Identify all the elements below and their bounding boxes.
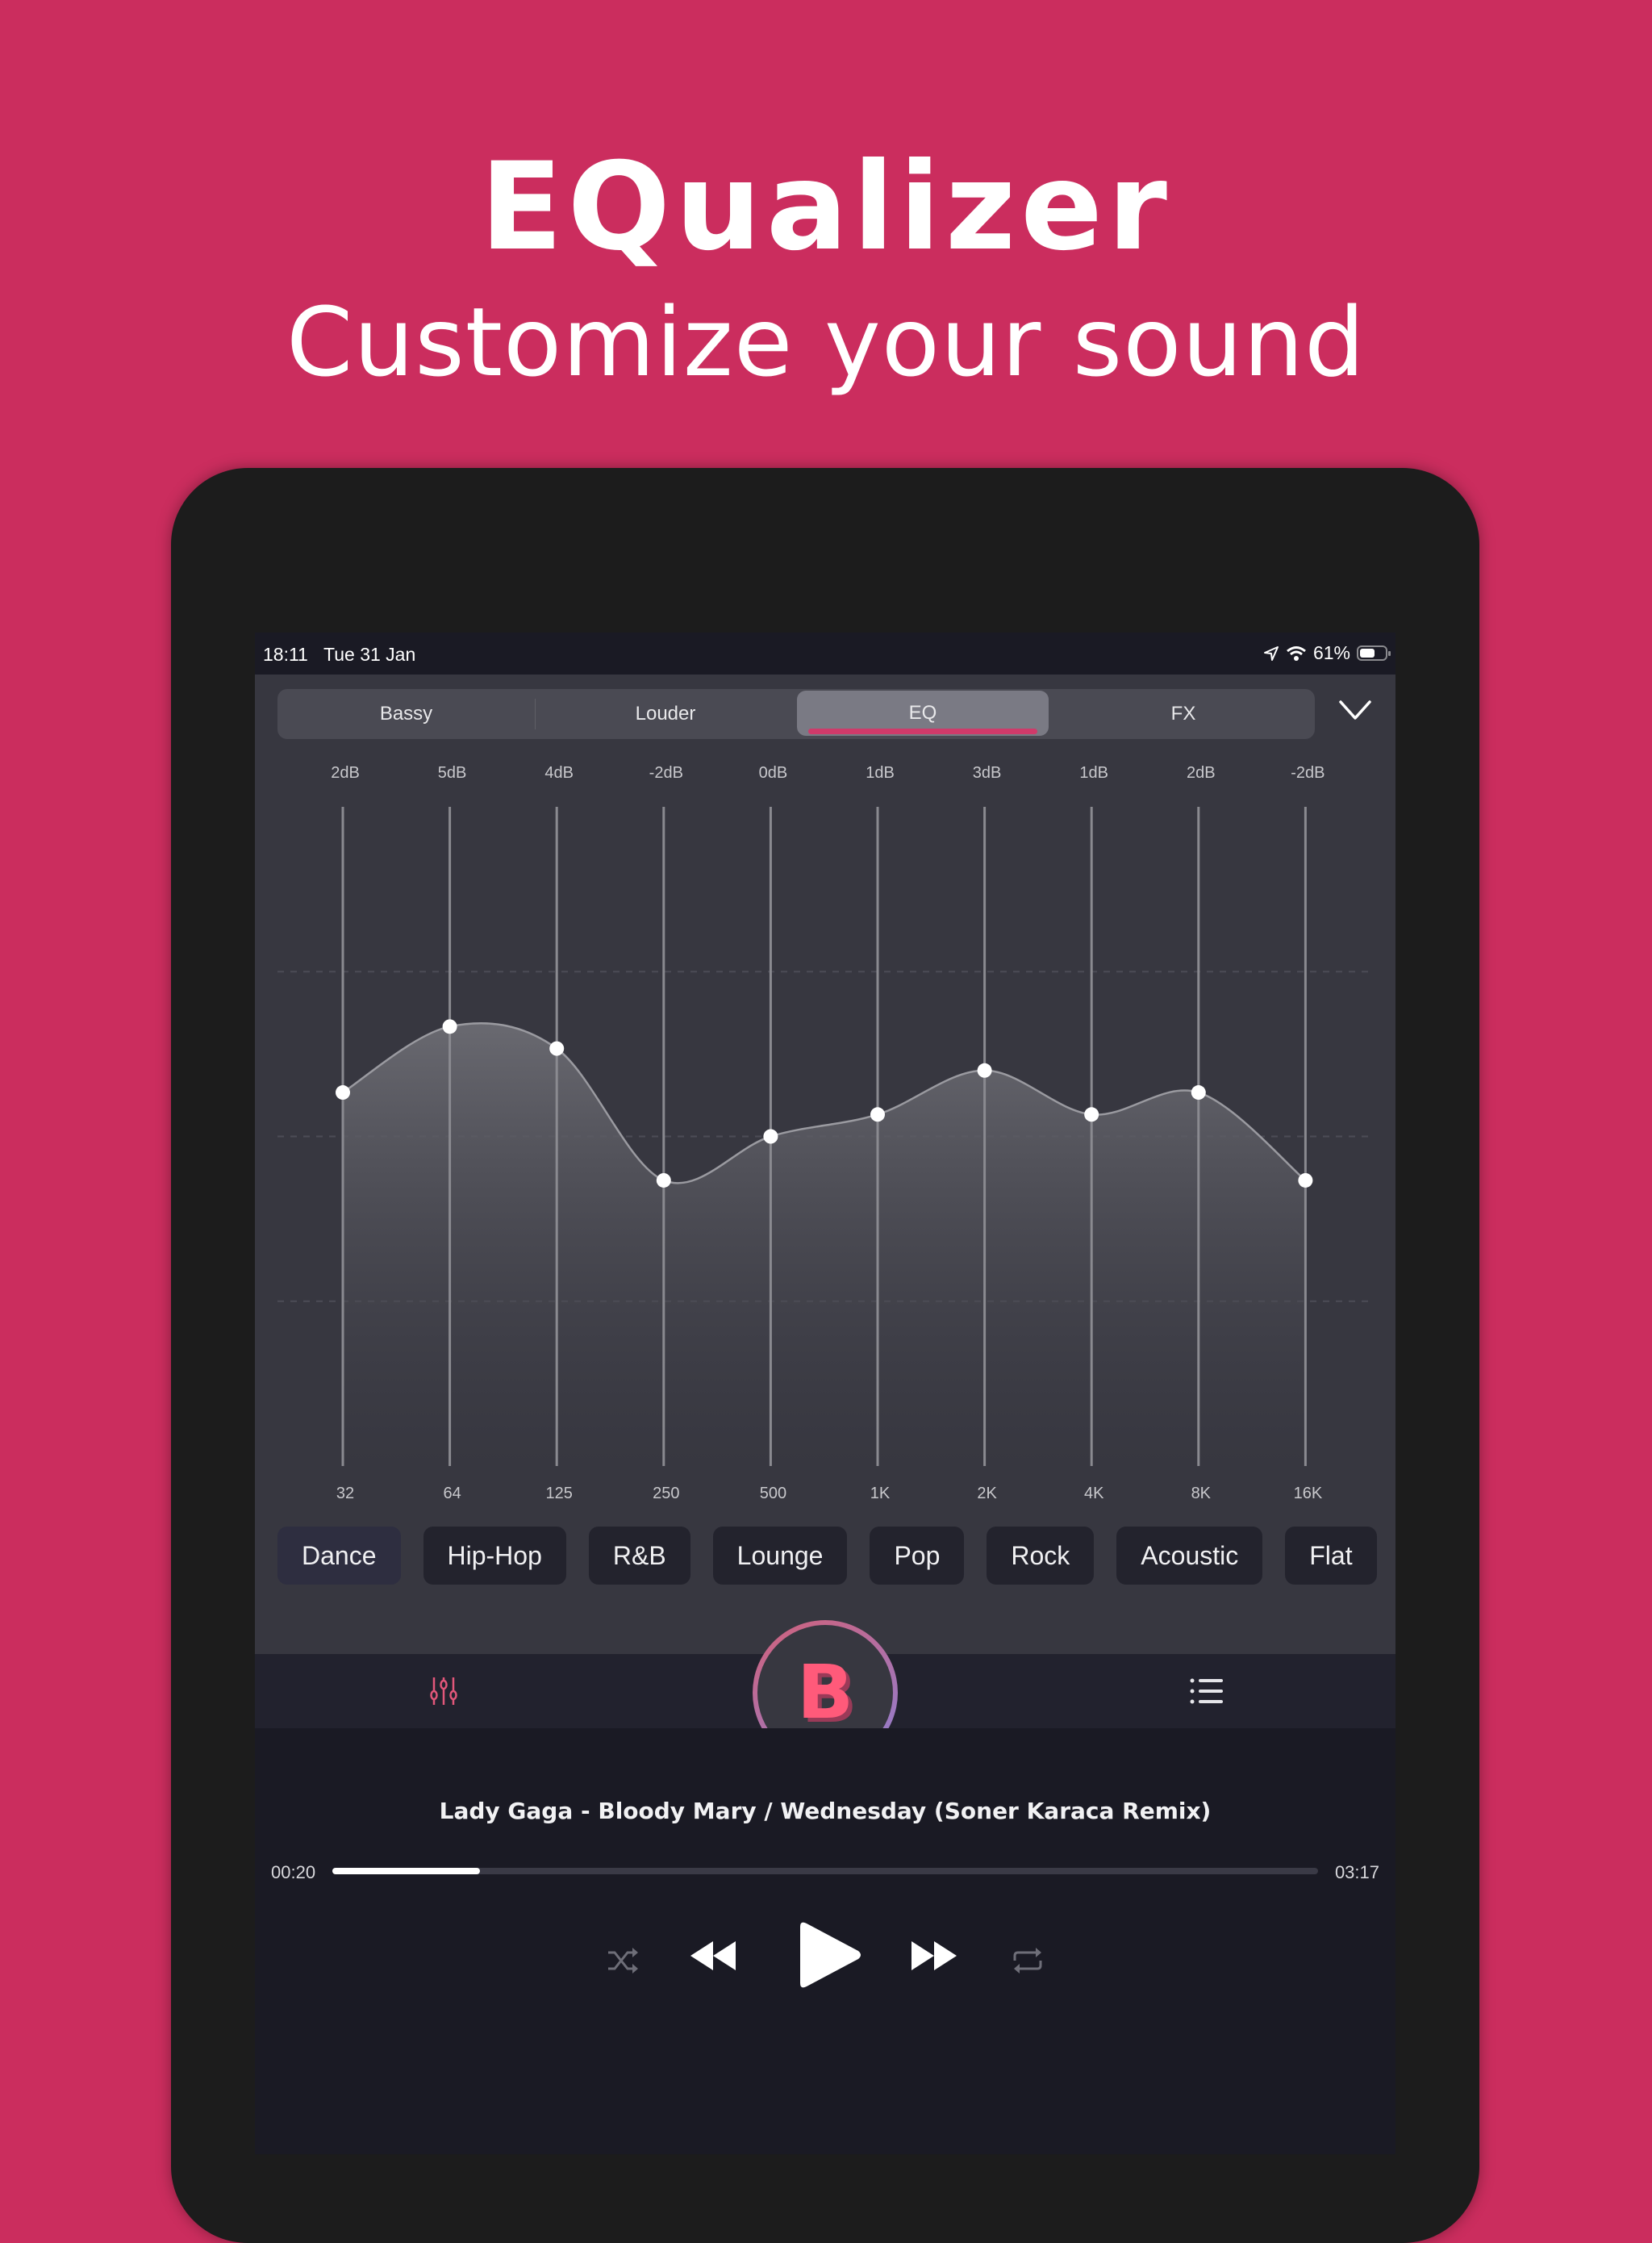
band-frequency-label: 16K: [1294, 1485, 1323, 1502]
band-slider-handle[interactable]: [1084, 1107, 1099, 1122]
shuffle-icon[interactable]: [607, 1946, 639, 1975]
band-gain-label: 4dB: [544, 764, 574, 782]
band-frequency-label: 2K: [977, 1485, 997, 1502]
status-date: Tue 31 Jan: [323, 644, 416, 665]
preset-chip[interactable]: Dance: [277, 1527, 401, 1585]
band-slider-handle[interactable]: [442, 1019, 457, 1034]
preset-chip[interactable]: Hip-Hop: [423, 1527, 566, 1585]
battery-fill: [1360, 649, 1375, 658]
band-gain-label: 1dB: [1079, 764, 1108, 782]
band-frequency-label: 250: [653, 1485, 679, 1502]
preset-chip[interactable]: Pop: [870, 1527, 965, 1585]
band-slider-handle[interactable]: [763, 1129, 778, 1144]
preset-chip[interactable]: R&B: [588, 1527, 690, 1585]
song-title: Lady Gaga - Bloody Mary / Wednesday (Son…: [439, 1798, 1212, 1824]
eq-chart: 2dB 5dB 4dB -2dB 0dB 1dB 3dB 1dB 2dB -2dB 32 64 125…: [277, 764, 1373, 1502]
status-right: 61%: [1263, 642, 1391, 664]
band-gain-label: 0dB: [759, 764, 788, 782]
playback-controls: [255, 1920, 1395, 2001]
band-frequency-label: 125: [546, 1485, 573, 1502]
band-slider-handle[interactable]: [1298, 1172, 1313, 1188]
band-frequency-label: 32: [336, 1485, 354, 1502]
band-frequency-label: 500: [760, 1485, 786, 1502]
band-gain-label: 1dB: [866, 764, 895, 782]
band-gain-label: -2dB: [1291, 764, 1325, 782]
preset-chip[interactable]: Lounge: [712, 1527, 848, 1585]
total-time: 03:17: [1334, 1862, 1379, 1882]
wifi-icon: [1287, 645, 1306, 661]
list-icon[interactable]: [1189, 1677, 1224, 1706]
preset-chip[interactable]: Acoustic: [1116, 1527, 1263, 1585]
band-slider-handle[interactable]: [977, 1063, 992, 1078]
band-frequency-label: 1K: [870, 1485, 891, 1502]
rewind-icon[interactable]: [689, 1938, 737, 1974]
band-gain-label: -2dB: [649, 764, 683, 782]
preset-chip[interactable]: Rock: [987, 1527, 1095, 1585]
battery-percent: 61%: [1312, 642, 1350, 663]
battery-icon: [1357, 645, 1391, 661]
band-frequency-label: 4K: [1084, 1485, 1104, 1502]
band-slider-handle[interactable]: [870, 1107, 885, 1122]
location-arrow-icon: [1263, 645, 1279, 661]
band-slider-handle[interactable]: [656, 1172, 671, 1188]
band-slider-handle[interactable]: [1191, 1085, 1206, 1101]
band-gain-label: 5dB: [438, 764, 467, 782]
promo-headline: EQualizer: [480, 137, 1172, 278]
app-screen: 18:11 Tue 31 Jan 61% Bassy Louder EQ FX: [255, 633, 1395, 2154]
play-icon[interactable]: [794, 1920, 865, 1990]
player-panel: Lady Gaga - Bloody Mary / Wednesday (Son…: [255, 1728, 1395, 2154]
preset-list: Dance Hip-Hop R&B Lounge Pop Rock Acoustic Flat: [277, 1527, 1395, 1585]
status-bar: 18:11 Tue 31 Jan 61%: [255, 633, 1395, 675]
band-frequency-label: 64: [443, 1485, 461, 1502]
band-slider-handle[interactable]: [336, 1085, 350, 1101]
band-slider-handle[interactable]: [549, 1041, 565, 1056]
equalizer-sliders-icon[interactable]: [428, 1675, 460, 1707]
preset-chip[interactable]: Flat: [1285, 1527, 1377, 1585]
eq-panel: Bassy Louder EQ FX 2dB 5dB 4dB -2dB 0dB 1dB 3d…: [255, 675, 1395, 1654]
band-gain-label: 3dB: [973, 764, 1002, 782]
current-time: 00:20: [271, 1862, 316, 1882]
eq-curve-area: [343, 1023, 1306, 1466]
band-gain-label: 2dB: [1187, 764, 1216, 782]
progress-bar[interactable]: [332, 1868, 1318, 1874]
status-time: 18:11 Tue 31 Jan: [263, 644, 415, 666]
fast-forward-icon[interactable]: [910, 1938, 958, 1974]
band-gain-label: 2dB: [331, 764, 360, 782]
progress-fill: [332, 1868, 481, 1874]
repeat-icon[interactable]: [1012, 1946, 1044, 1975]
promo-subline: Customize your sound: [286, 286, 1366, 398]
band-frequency-label: 8K: [1191, 1485, 1212, 1502]
status-clock: 18:11: [263, 644, 308, 665]
